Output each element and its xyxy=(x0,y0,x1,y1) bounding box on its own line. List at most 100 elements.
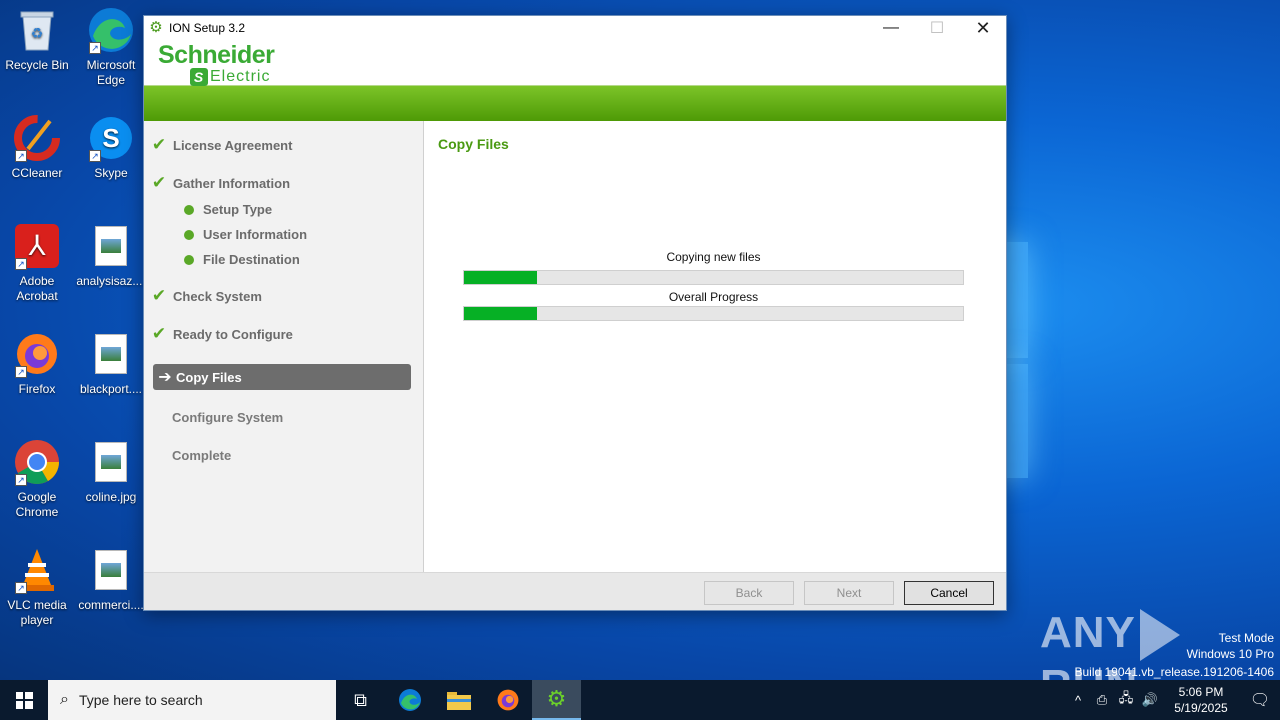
cancel-button[interactable]: Cancel xyxy=(904,581,994,605)
taskbar-firefox[interactable] xyxy=(483,680,532,720)
progress-fill xyxy=(464,307,537,320)
notification-icon[interactable]: 🗨 xyxy=(1240,690,1280,710)
image-file-icon xyxy=(87,438,135,486)
bullet-icon xyxy=(184,229,194,240)
desktop-icon-label: analysisaz.... xyxy=(76,274,146,288)
progress-bar-copying xyxy=(463,270,964,285)
step-ready: ✔ Ready to Configure xyxy=(144,324,293,344)
page-title: Copy Files xyxy=(438,136,509,152)
checkmark-icon: ✔ xyxy=(151,173,167,192)
desktop-icon-analysis-file[interactable]: analysisaz.... xyxy=(74,222,148,289)
desktop-icon-edge[interactable]: ↗ Microsoft Edge xyxy=(74,6,148,88)
network-icon[interactable]: 🖧 xyxy=(1114,689,1138,711)
build-text: Build 19041.vb_release.191206-1406 xyxy=(1074,665,1275,679)
schneider-logo: Schneider S Electric xyxy=(158,41,275,86)
minimize-button[interactable]: — xyxy=(868,16,914,40)
taskbar-edge[interactable] xyxy=(385,680,434,720)
steps-sidebar: ✔ License Agreement ✔ Gather Information… xyxy=(144,121,424,572)
windows-edition-text: Windows 10 Pro xyxy=(1186,647,1274,661)
desktop-icon-label: blackport.... xyxy=(79,382,143,396)
maximize-button[interactable]: ☐ xyxy=(914,16,960,40)
taskbar-search[interactable]: ⌕ Type here to search xyxy=(48,680,336,720)
search-icon: ⌕ xyxy=(60,691,69,708)
taskbar-ion-setup[interactable]: ⚙ xyxy=(532,680,581,720)
desktop-icon-ccleaner[interactable]: ↗ CCleaner xyxy=(0,114,74,181)
progress-bar-overall xyxy=(463,306,964,321)
image-file-icon xyxy=(87,222,135,270)
arrow-right-icon: ➔ xyxy=(158,369,172,386)
step-gather: ✔ Gather Information xyxy=(144,173,290,193)
start-button[interactable] xyxy=(0,680,48,720)
svg-text:♻: ♻ xyxy=(31,25,44,41)
back-button[interactable]: Back xyxy=(704,581,794,605)
green-banner xyxy=(144,85,1006,121)
step-complete: Complete xyxy=(172,448,232,463)
image-file-icon xyxy=(87,546,135,594)
edge-icon xyxy=(398,689,421,711)
desktop-icon-commerci-file[interactable]: commerci.... xyxy=(74,546,148,613)
checkmark-icon: ✔ xyxy=(151,135,167,154)
setup-window: ⚙ ION Setup 3.2 — ☐ ✕ Schneider S Electri… xyxy=(143,15,1007,611)
next-button[interactable]: Next xyxy=(804,581,894,605)
desktop-icon-chrome[interactable]: ↗ Google Chrome xyxy=(0,438,74,520)
desktop-icon-recycle-bin[interactable]: ♻ Recycle Bin xyxy=(0,6,74,73)
recycle-bin-icon: ♻ xyxy=(13,6,61,54)
vlc-icon: ↗ xyxy=(13,546,61,594)
taskbar-file-explorer[interactable] xyxy=(434,680,483,720)
windows-icon xyxy=(15,691,33,709)
ccleaner-icon: ↗ xyxy=(13,114,61,162)
gear-icon: ⚙ xyxy=(546,686,567,711)
desktop-icon-coline-file[interactable]: coline.jpg xyxy=(74,438,148,505)
desktop-icon-skype[interactable]: S ↗ Skype xyxy=(74,114,148,181)
gear-icon: ⚙ xyxy=(149,19,163,36)
desktop-icon-label: Recycle Bin xyxy=(5,58,69,72)
desktop-icon-label: Microsoft Edge xyxy=(86,58,136,87)
desktop-icon-label: CCleaner xyxy=(11,166,63,180)
clock[interactable]: 5:06 PM 5/19/2025 xyxy=(1162,684,1240,716)
desktop-icon-blackport-file[interactable]: blackport.... xyxy=(74,330,148,397)
skype-icon: S ↗ xyxy=(87,114,135,162)
checkmark-icon: ✔ xyxy=(151,324,167,343)
desktop-icon-vlc[interactable]: ↗ VLC media player xyxy=(0,546,74,628)
system-tray: ^ ⎙ 🖧 🔊 5:06 PM 5/19/2025 🗨 xyxy=(1066,680,1280,720)
substep-setup-type: Setup Type xyxy=(184,202,272,217)
title-bar[interactable]: ⚙ ION Setup 3.2 — ☐ ✕ xyxy=(144,16,1006,40)
button-bar: Back Next Cancel xyxy=(144,572,1006,610)
folder-icon xyxy=(446,692,471,710)
firefox-icon: ↗ xyxy=(13,330,61,378)
chrome-icon: ↗ xyxy=(13,438,61,486)
search-placeholder: Type here to search xyxy=(78,692,203,708)
volume-icon[interactable]: 🔊 xyxy=(1138,692,1162,708)
chevron-up-icon[interactable]: ^ xyxy=(1066,693,1090,708)
logo-mark-icon: S xyxy=(190,68,208,86)
desktop-icon-label: VLC media player xyxy=(7,598,67,627)
step-check-system: ✔ Check System xyxy=(144,286,262,306)
task-view-button[interactable]: ⧉ xyxy=(336,680,385,720)
firefox-icon xyxy=(497,689,518,711)
test-mode-text: Test Mode xyxy=(1218,631,1274,645)
edge-icon: ↗ xyxy=(87,6,135,54)
acrobat-icon: ⅄ ↗ xyxy=(13,222,61,270)
header: Schneider S Electric xyxy=(144,40,1006,86)
substep-file-destination: File Destination xyxy=(184,252,300,267)
bullet-icon xyxy=(184,254,194,265)
desktop-icon-firefox[interactable]: ↗ Firefox xyxy=(0,330,74,397)
device-icon[interactable]: ⎙ xyxy=(1090,692,1114,708)
progress-fill xyxy=(464,271,537,284)
substep-user-info: User Information xyxy=(184,227,307,242)
taskbar: ⌕ Type here to search ⧉ ⚙ ^ ⎙ 🖧 🔊 5:06 P… xyxy=(0,680,1280,720)
step-license: ✔ License Agreement xyxy=(144,135,293,155)
step-copy-files-active: ➔ Copy Files xyxy=(153,364,411,390)
desktop-icon-label: Firefox xyxy=(18,382,56,396)
desktop-icon-label: commerci.... xyxy=(78,598,144,612)
progress-label-overall: Overall Progress xyxy=(668,290,759,304)
clock-date: 5/19/2025 xyxy=(1174,701,1228,715)
close-button[interactable]: ✕ xyxy=(960,16,1006,40)
desktop-icon-label: Adobe Acrobat xyxy=(16,274,58,303)
window-title: ION Setup 3.2 xyxy=(169,21,246,35)
desktop-icon-label: Skype xyxy=(94,166,128,180)
desktop-icon-label: coline.jpg xyxy=(85,490,137,504)
main-panel: Copy Files Copying new files Overall Pro… xyxy=(424,121,1006,572)
desktop-icon-acrobat[interactable]: ⅄ ↗ Adobe Acrobat xyxy=(0,222,74,304)
checkmark-icon: ✔ xyxy=(151,286,167,305)
